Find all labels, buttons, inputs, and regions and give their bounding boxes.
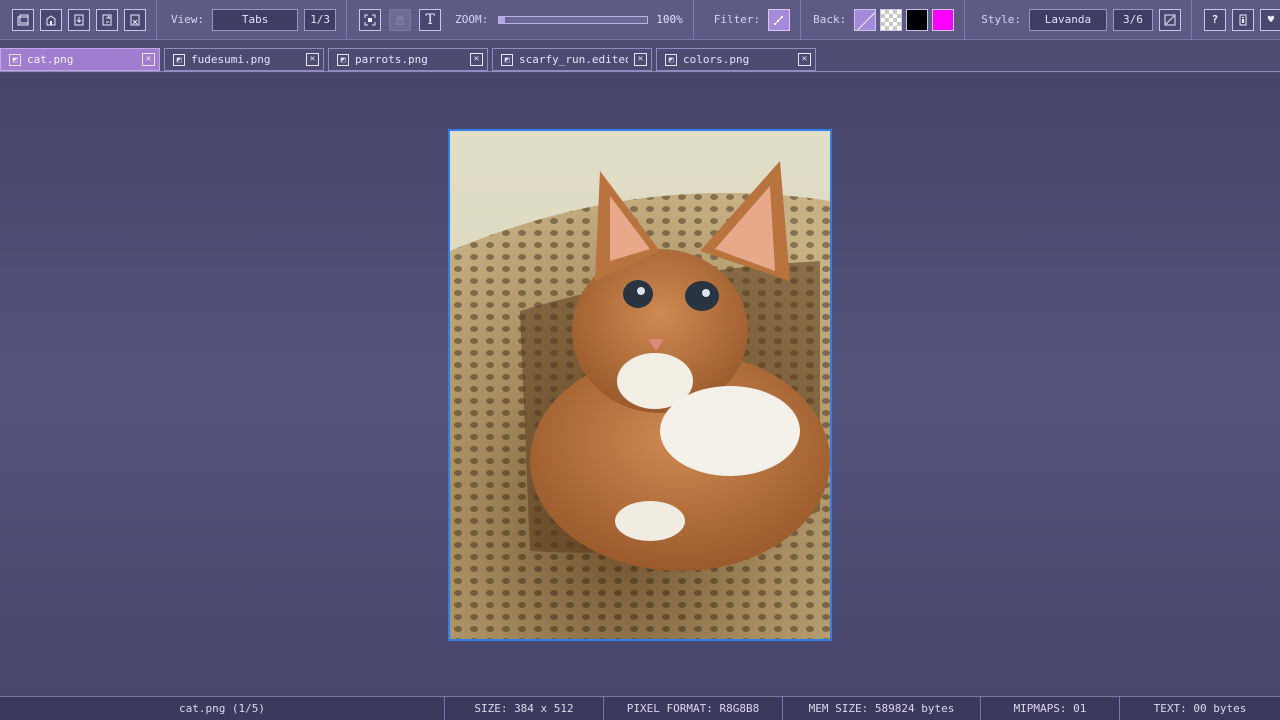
- back-color-purple-swatch[interactable]: [854, 8, 877, 31]
- zoom-slider[interactable]: [498, 15, 649, 24]
- tab-label: colors.png: [683, 53, 750, 66]
- tab-label: fudesumi.png: [191, 53, 271, 66]
- zoom-label: ZOOM:: [455, 13, 489, 26]
- view-mode-select[interactable]: Tabs: [212, 8, 299, 31]
- status-size: SIZE: 384 x 512: [445, 697, 604, 720]
- image-file-icon: ◩: [173, 53, 185, 66]
- close-icon[interactable]: ✕: [634, 53, 647, 66]
- filter-point-icon[interactable]: [768, 8, 791, 31]
- image-file-icon: ◩: [337, 53, 349, 66]
- heart-icon[interactable]: ♥: [1259, 8, 1280, 31]
- open-folder-icon[interactable]: [12, 8, 34, 31]
- status-bar: cat.png (1/5) SIZE: 384 x 512 PIXEL FORM…: [0, 696, 1280, 720]
- back-label: Back:: [813, 13, 847, 26]
- status-file: cat.png (1/5): [0, 697, 445, 720]
- zoom-value: 100%: [656, 13, 683, 26]
- text-icon[interactable]: T: [419, 8, 442, 31]
- tab-label: parrots.png: [355, 53, 428, 66]
- view-group: View: Tabs 1/3: [157, 0, 348, 40]
- image-file-icon: ◩: [665, 53, 677, 66]
- info-icon[interactable]: [1231, 8, 1254, 31]
- close-icon[interactable]: ✕: [306, 53, 319, 66]
- style-counter[interactable]: 3/6: [1112, 8, 1153, 31]
- tab-colors[interactable]: ◩ colors.png ✕: [656, 48, 816, 71]
- close-icon[interactable]: ✕: [142, 53, 155, 66]
- style-group: Style: Lavanda 3/6: [965, 0, 1192, 40]
- kitten-photo: [450, 131, 830, 639]
- style-toggle-icon[interactable]: [1158, 8, 1181, 31]
- close-file-icon[interactable]: [124, 8, 146, 31]
- tab-bar: ◩ cat.png ✕ ◩ fudesumi.png ✕ ◩ parrots.p…: [0, 48, 1280, 72]
- export-icon[interactable]: [96, 8, 118, 31]
- back-color-black-swatch[interactable]: [906, 8, 929, 31]
- image-file-icon: ◩: [9, 53, 21, 66]
- fit-screen-icon[interactable]: [359, 8, 382, 31]
- help-icon[interactable]: ?: [1203, 8, 1226, 31]
- status-text: TEXT: 00 bytes: [1153, 702, 1247, 715]
- tab-label: scarfy_run.edited.png: [519, 53, 628, 66]
- tab-label: cat.png: [27, 53, 74, 66]
- image-canvas[interactable]: [0, 73, 1280, 696]
- zoom-slider-fill: [499, 16, 506, 23]
- zoom-group: T ZOOM: 100%: [347, 0, 694, 40]
- view-label: View:: [171, 13, 205, 26]
- close-icon[interactable]: ✕: [470, 53, 483, 66]
- main-toolbar: View: Tabs 1/3 T ZOOM: 100% Filter: Back…: [0, 0, 1280, 40]
- back-color-magenta-swatch[interactable]: [932, 8, 955, 31]
- style-select[interactable]: Lavanda: [1028, 8, 1107, 31]
- tab-scarfy-run[interactable]: ◩ scarfy_run.edited.png ✕: [492, 48, 652, 71]
- status-mipmaps: MIPMAPS: 01: [981, 697, 1120, 720]
- lock-icon[interactable]: [389, 8, 412, 31]
- view-counter[interactable]: 1/3: [304, 8, 337, 31]
- file-group: [0, 0, 157, 40]
- home-icon[interactable]: [40, 8, 62, 31]
- status-mem-size: MEM SIZE: 589824 bytes: [783, 697, 981, 720]
- filter-group: Filter:: [694, 0, 802, 40]
- image-viewport[interactable]: [448, 129, 832, 641]
- tab-parrots[interactable]: ◩ parrots.png ✕: [328, 48, 488, 71]
- image-file-icon: ◩: [501, 53, 513, 66]
- info-group: ? ♥: [1192, 0, 1280, 40]
- style-label: Style:: [981, 13, 1021, 26]
- close-icon[interactable]: ✕: [798, 53, 811, 66]
- back-color-checker-swatch[interactable]: [880, 8, 903, 31]
- status-pixel-format: PIXEL FORMAT: R8G8B8: [604, 697, 783, 720]
- tab-cat[interactable]: ◩ cat.png ✕: [0, 48, 160, 71]
- import-icon[interactable]: [68, 8, 90, 31]
- filter-label: Filter:: [713, 13, 761, 26]
- background-group: Back:: [801, 0, 966, 40]
- tab-fudesumi[interactable]: ◩ fudesumi.png ✕: [164, 48, 324, 71]
